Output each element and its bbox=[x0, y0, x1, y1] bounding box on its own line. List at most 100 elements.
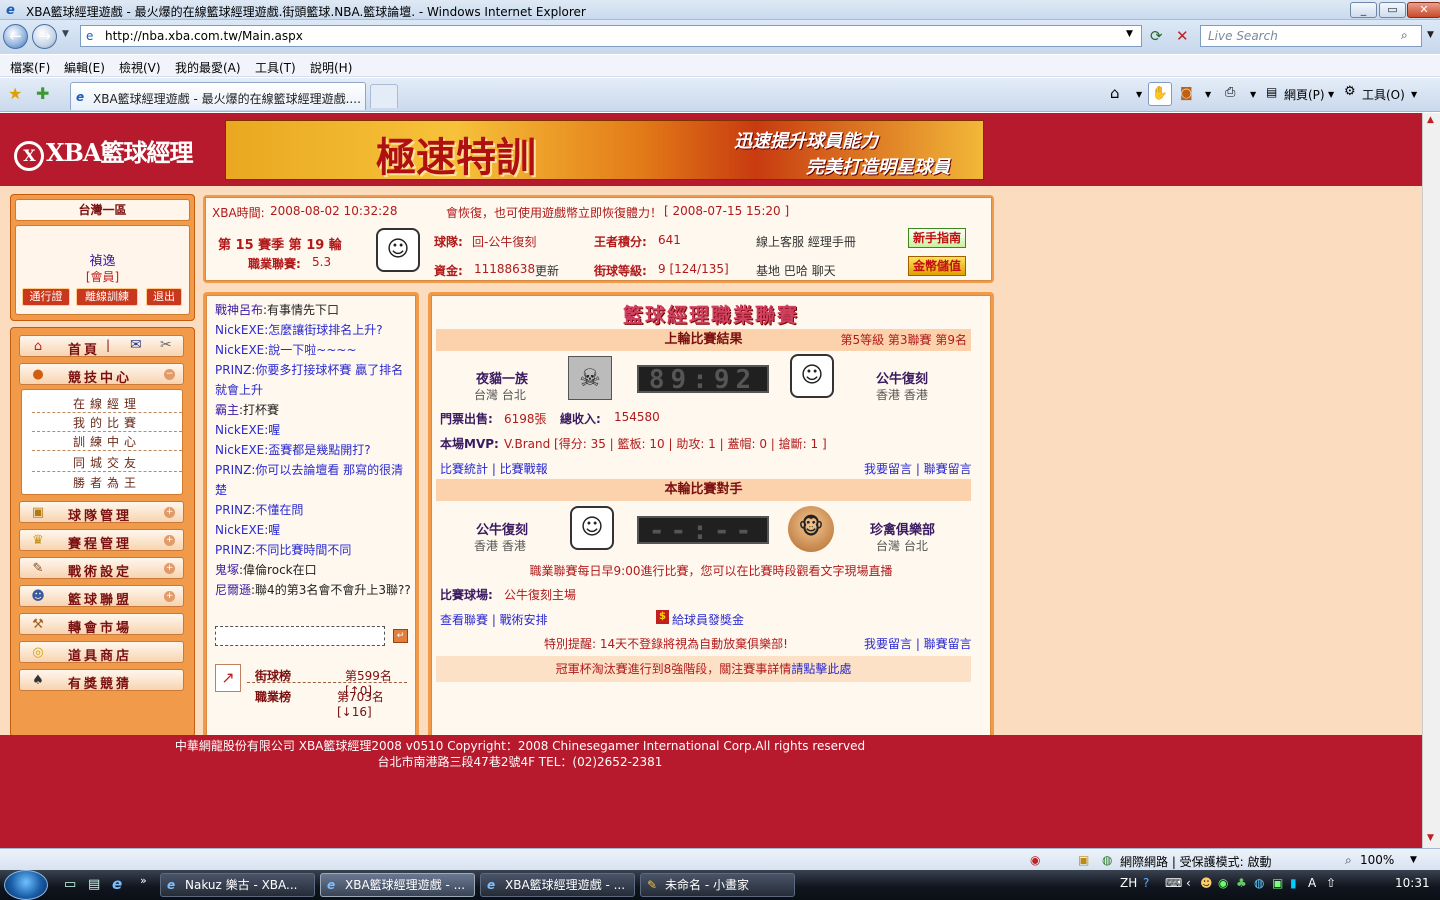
protected-mode-icon[interactable]: ▣ bbox=[1078, 853, 1089, 867]
search-icon[interactable]: ⌕ bbox=[1401, 28, 1408, 43]
chat-user[interactable]: PRINZ bbox=[215, 463, 251, 477]
update-link[interactable]: 更新 bbox=[535, 262, 559, 279]
submenu-my-games[interactable]: 我的比賽 bbox=[32, 414, 182, 432]
forward-button[interactable]: → bbox=[32, 24, 57, 49]
home-dropdown-icon[interactable]: ▼ bbox=[1136, 90, 1142, 99]
tools-dropdown-icon[interactable]: ▼ bbox=[1411, 90, 1417, 99]
collapse-icon[interactable]: − bbox=[164, 369, 175, 380]
page-dropdown-icon[interactable]: ▼ bbox=[1328, 90, 1334, 99]
network-tray-icon[interactable]: ◉ bbox=[1218, 876, 1228, 890]
quicklaunch-more-icon[interactable]: » bbox=[140, 874, 147, 887]
menu-help[interactable]: 說明(H) bbox=[310, 59, 352, 76]
next-away-team[interactable]: 珍禽俱樂部 bbox=[870, 519, 935, 538]
keyboard-tray-icon[interactable]: ⌨ bbox=[1165, 876, 1182, 890]
submenu-training[interactable]: 訓練中心 bbox=[32, 433, 182, 451]
address-input[interactable]: e http://nba.xba.com.tw/Main.aspx ▼ bbox=[80, 25, 1142, 47]
comment-links-2[interactable]: 我要留言 | 聯賽留言 bbox=[864, 635, 972, 652]
upload-tray-icon[interactable]: ⇧ bbox=[1326, 876, 1336, 890]
chat-user[interactable]: PRINZ bbox=[215, 503, 251, 517]
chat-user[interactable]: NickEXE bbox=[215, 443, 264, 457]
print-dropdown-icon[interactable]: ▼ bbox=[1250, 90, 1256, 99]
menu-tools[interactable]: 工具(T) bbox=[255, 59, 296, 76]
vertical-scrollbar[interactable]: ▲ ▼ bbox=[1422, 113, 1440, 848]
mail-icon[interactable]: ✉ bbox=[130, 337, 142, 353]
player-bonus-link[interactable]: 給球員發獎金 bbox=[672, 611, 744, 628]
expand-icon[interactable]: + bbox=[164, 563, 175, 574]
chat-user[interactable]: 鬼塚 bbox=[215, 563, 239, 577]
zoom-level[interactable]: 100% bbox=[1360, 853, 1394, 867]
chat-user[interactable]: NickEXE bbox=[215, 343, 264, 357]
language-indicator[interactable]: ZH bbox=[1120, 876, 1137, 890]
nav-item-shop[interactable]: ◎ 道具商店 bbox=[19, 641, 184, 664]
stop-icon[interactable]: ✕ bbox=[1176, 27, 1189, 45]
task-xba-2[interactable]: e XBA籃球經理遊戲 - ... bbox=[480, 873, 635, 897]
next-home-team[interactable]: 公牛復刻 bbox=[476, 519, 528, 538]
app-tray-icon[interactable]: ▮ bbox=[1290, 876, 1297, 890]
site-logo[interactable]: X XBA籃球經理 bbox=[14, 133, 194, 171]
gold-topup-button[interactable]: 金幣儲值 bbox=[908, 256, 966, 276]
scroll-down-icon[interactable]: ▼ bbox=[1427, 833, 1434, 843]
live-search-input[interactable]: Live Search ⌕ bbox=[1200, 25, 1422, 47]
privacy-icon[interactable]: ◉ bbox=[1030, 853, 1040, 867]
search-options-icon[interactable]: ▼ bbox=[1427, 30, 1434, 40]
submenu-winner[interactable]: 勝者為王 bbox=[32, 474, 182, 491]
history-dropdown-icon[interactable]: ▼ bbox=[62, 29, 69, 39]
menu-view[interactable]: 檢視(V) bbox=[119, 59, 161, 76]
help-tray-icon[interactable]: ? bbox=[1143, 876, 1149, 890]
chat-user[interactable]: PRINZ bbox=[215, 543, 251, 557]
add-favorite-icon[interactable]: ✚ bbox=[36, 84, 49, 103]
menu-edit[interactable]: 編輯(E) bbox=[64, 59, 105, 76]
chat-send-button[interactable]: ↵ bbox=[393, 629, 408, 643]
notice-text[interactable]: 會恢復，也可使用遊戲幣立即恢復體力！ bbox=[446, 204, 662, 221]
tools-menu[interactable]: 工具(O) bbox=[1362, 86, 1405, 103]
submenu-friends[interactable]: 同城交友 bbox=[32, 454, 182, 472]
task-nakuz[interactable]: e Nakuz 樂古 - XBA... bbox=[160, 873, 315, 897]
nav-prize-quiz[interactable]: ♠ 有獎競猜 bbox=[19, 669, 184, 692]
nav-transfer-market[interactable]: ⚒ 轉會市場 bbox=[19, 613, 184, 636]
page-menu[interactable]: 網頁(P) bbox=[1284, 86, 1325, 103]
messenger-tray-icon[interactable]: ☻ bbox=[1200, 876, 1213, 890]
start-button[interactable] bbox=[4, 870, 48, 900]
task-xba-1[interactable]: e XBA籃球經理遊戲 - ... bbox=[320, 873, 475, 897]
home-icon[interactable]: ⌂ bbox=[1110, 84, 1120, 102]
nav-team-management[interactable]: ▣ 球隊管理 + bbox=[19, 501, 184, 524]
sync-tray-icon[interactable]: ◍ bbox=[1254, 876, 1264, 890]
chat-user[interactable]: NickEXE bbox=[215, 423, 264, 437]
last-home-team[interactable]: 夜貓一族 bbox=[476, 368, 528, 387]
switch-windows-icon[interactable]: ▤ bbox=[88, 877, 100, 892]
passport-button[interactable]: 通行證 bbox=[22, 288, 70, 306]
chat-input[interactable] bbox=[215, 626, 385, 646]
nav-competition[interactable]: ● 競技中心 − bbox=[19, 363, 184, 386]
update-tray-icon[interactable]: ▣ bbox=[1272, 876, 1283, 890]
league-tactics-links[interactable]: 查看聯賽 | 戰術安排 bbox=[440, 611, 548, 628]
promo-banner[interactable]: 極速特訓 迅速提升球員能力 完美打造明星球員 bbox=[225, 120, 984, 180]
last-away-team[interactable]: 公牛復刻 bbox=[876, 368, 928, 387]
comment-links[interactable]: 我要留言 | 聯賽留言 bbox=[864, 460, 972, 477]
msn-tray-icon[interactable]: ♣ bbox=[1236, 876, 1247, 890]
settings-tools-icon[interactable]: ✂ bbox=[160, 337, 172, 353]
chat-user[interactable]: 霸主 bbox=[215, 403, 239, 417]
maximize-button[interactable]: ▭ bbox=[1379, 2, 1406, 18]
refresh-icon[interactable]: ⟳ bbox=[1150, 27, 1163, 45]
favorites-star-icon[interactable]: ★ bbox=[8, 84, 22, 103]
support-manual-links[interactable]: 線上客服 經理手冊 bbox=[756, 233, 856, 250]
base-links[interactable]: 基地 巴哈 聊天 bbox=[756, 262, 836, 279]
expand-icon[interactable]: + bbox=[164, 507, 175, 518]
print-icon[interactable]: ⎙ bbox=[1225, 85, 1235, 100]
hand-tool-icon[interactable]: ✋ bbox=[1148, 82, 1172, 106]
menu-file[interactable]: 檔案(F) bbox=[10, 59, 50, 76]
feeds-icon[interactable]: ◙ bbox=[1180, 86, 1193, 101]
chat-user[interactable]: NickEXE bbox=[215, 523, 264, 537]
chat-user[interactable]: PRINZ bbox=[215, 363, 251, 377]
task-paint[interactable]: ✎ 未命名 - 小畫家 bbox=[640, 873, 795, 897]
chat-user[interactable]: 尼爾遜 bbox=[215, 583, 251, 597]
expand-icon[interactable]: + bbox=[164, 535, 175, 546]
pro-rank-label[interactable]: 職業榜 bbox=[255, 688, 291, 705]
back-button[interactable]: ← bbox=[3, 24, 28, 49]
scroll-up-icon[interactable]: ▲ bbox=[1427, 115, 1434, 125]
show-desktop-icon[interactable]: ▭ bbox=[64, 877, 76, 892]
cup-link[interactable]: 請點擊此處 bbox=[791, 662, 851, 676]
ie-quicklaunch-icon[interactable]: e bbox=[112, 875, 122, 893]
minimize-button[interactable]: _ bbox=[1350, 2, 1377, 18]
chat-user[interactable]: 戰神呂布 bbox=[215, 303, 263, 317]
